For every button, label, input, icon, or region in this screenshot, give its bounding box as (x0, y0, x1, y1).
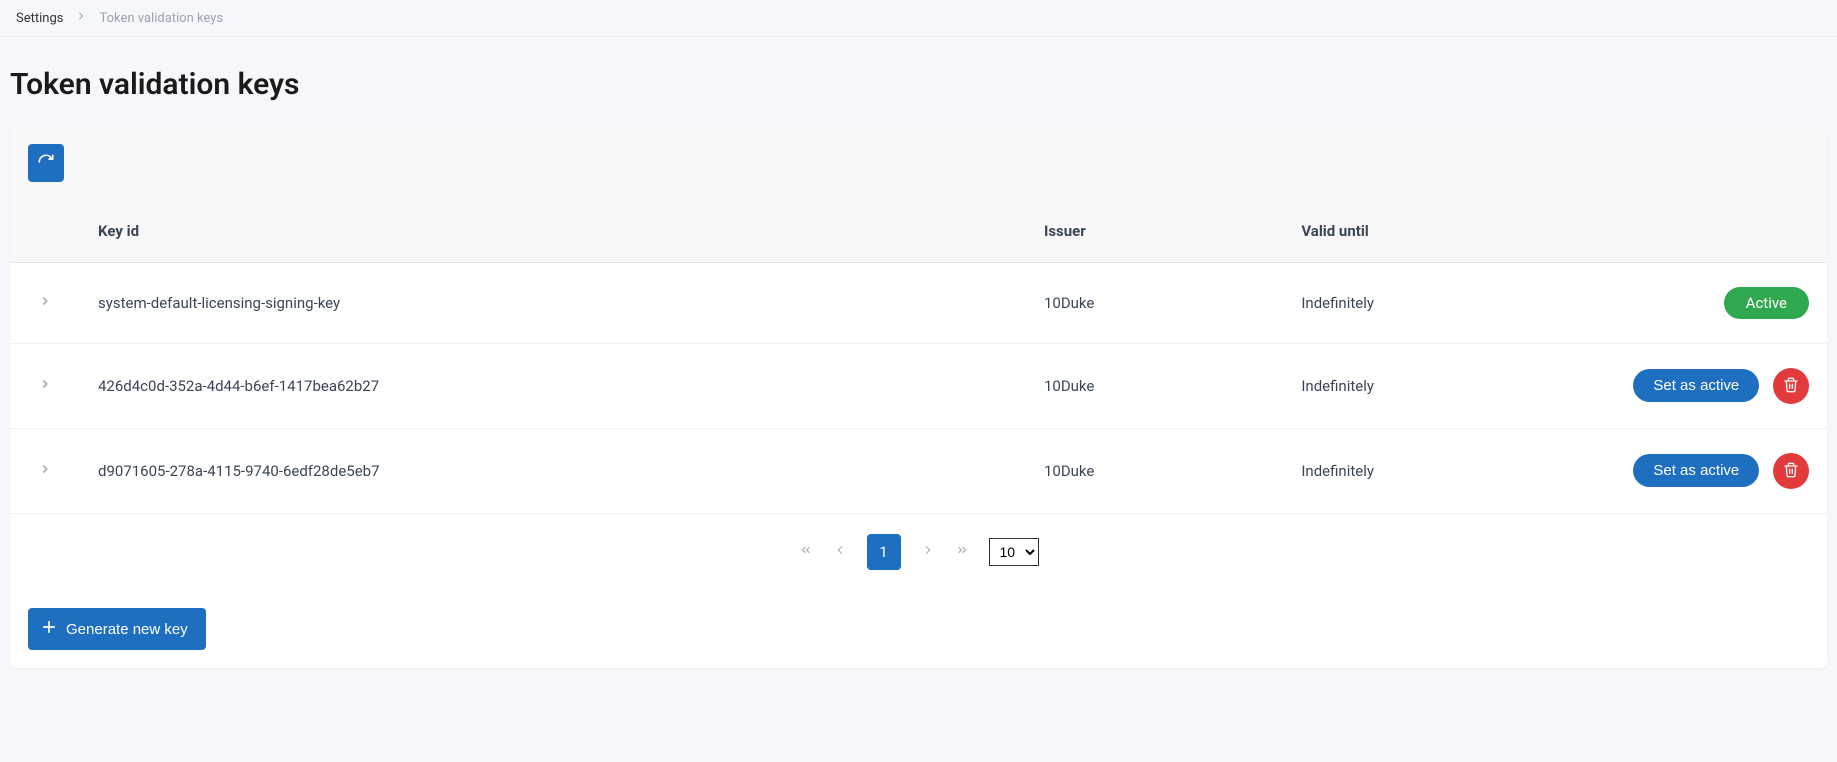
expand-row-button[interactable] (10, 429, 80, 514)
refresh-icon (37, 153, 55, 174)
cell-key-id: 426d4c0d-352a-4d44-b6ef-1417bea62b27 (80, 344, 1026, 429)
pagination-prev-button[interactable] (833, 543, 847, 561)
col-key-id: Key id (80, 200, 1026, 263)
generate-new-key-label: Generate new key (66, 621, 188, 638)
cell-valid-until: Indefinitely (1283, 263, 1607, 344)
cell-actions: Set as active (1607, 429, 1827, 514)
cell-actions: Set as active (1607, 344, 1827, 429)
breadcrumb: Settings Token validation keys (0, 0, 1837, 37)
table-row: d9071605-278a-4115-9740-6edf28de5eb7 10D… (10, 429, 1827, 514)
cell-issuer: 10Duke (1026, 344, 1283, 429)
status-badge: Active (1724, 287, 1809, 319)
keys-card: Key id Issuer Valid until system-default… (10, 126, 1827, 668)
delete-button[interactable] (1773, 453, 1809, 489)
cell-valid-until: Indefinitely (1283, 344, 1607, 429)
chevron-right-icon (38, 294, 52, 312)
set-as-active-button[interactable]: Set as active (1633, 454, 1759, 487)
col-actions (1607, 200, 1827, 263)
delete-button[interactable] (1773, 368, 1809, 404)
col-valid-until: Valid until (1283, 200, 1607, 263)
cell-key-id: system-default-licensing-signing-key (80, 263, 1026, 344)
breadcrumb-settings-link[interactable]: Settings (16, 11, 63, 26)
col-issuer: Issuer (1026, 200, 1283, 263)
pagination: 1 10 (10, 514, 1827, 580)
trash-icon (1783, 462, 1799, 481)
page-title: Token validation keys (10, 67, 1827, 102)
chevron-right-icon (38, 462, 52, 480)
plus-icon (40, 618, 58, 640)
refresh-button[interactable] (28, 144, 64, 182)
col-expand (10, 200, 80, 263)
keys-table: Key id Issuer Valid until system-default… (10, 200, 1827, 514)
cell-actions: Active (1607, 263, 1827, 344)
pagination-last-button[interactable] (955, 543, 969, 561)
cell-issuer: 10Duke (1026, 263, 1283, 344)
table-toolbar (10, 126, 1827, 200)
chevron-right-icon (75, 10, 87, 26)
expand-row-button[interactable] (10, 344, 80, 429)
generate-new-key-button[interactable]: Generate new key (28, 608, 206, 650)
table-row: system-default-licensing-signing-key 10D… (10, 263, 1827, 344)
cell-issuer: 10Duke (1026, 429, 1283, 514)
expand-row-button[interactable] (10, 263, 80, 344)
pagination-first-button[interactable] (799, 543, 813, 561)
footer-actions: Generate new key (10, 580, 1827, 650)
chevron-left-icon (833, 543, 847, 561)
page-size-select[interactable]: 10 (989, 538, 1039, 566)
table-row: 426d4c0d-352a-4d44-b6ef-1417bea62b27 10D… (10, 344, 1827, 429)
chevron-double-left-icon (799, 543, 813, 561)
pagination-next-button[interactable] (921, 543, 935, 561)
chevron-right-icon (921, 543, 935, 561)
trash-icon (1783, 377, 1799, 396)
cell-valid-until: Indefinitely (1283, 429, 1607, 514)
set-as-active-button[interactable]: Set as active (1633, 369, 1759, 402)
breadcrumb-current: Token validation keys (99, 11, 223, 26)
chevron-right-icon (38, 377, 52, 395)
chevron-double-right-icon (955, 543, 969, 561)
pagination-current-page[interactable]: 1 (867, 534, 901, 570)
cell-key-id: d9071605-278a-4115-9740-6edf28de5eb7 (80, 429, 1026, 514)
